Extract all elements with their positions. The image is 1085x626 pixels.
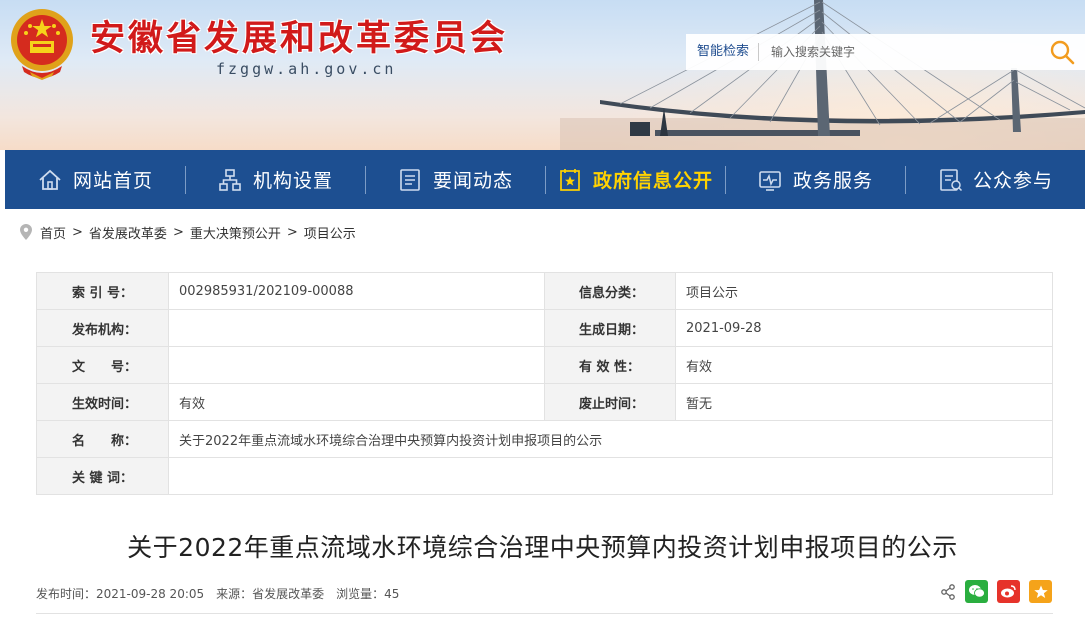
nav-label: 网站首页 <box>72 170 153 192</box>
table-row: 索 引 号： 002985931/202109-00088 信息分类： 项目公示 <box>36 272 1053 310</box>
share-bar <box>940 580 1052 603</box>
service-icon <box>759 170 781 191</box>
breadcrumb: 首页 > 省发展改革委 > 重大决策预公开 > 项目公示 <box>20 223 356 242</box>
site-domain: fzggw.ah.gov.cn <box>216 60 397 78</box>
validity-value: 有效 <box>675 346 1053 384</box>
table-row: 文 号： 有 效 性： 有效 <box>36 346 1053 384</box>
effective-value: 有效 <box>168 383 545 421</box>
name-value: 关于2022年重点流域水环境综合治理中央预算内投资计划申报项目的公示 <box>168 420 1053 458</box>
home-icon <box>39 169 61 190</box>
created-label: 生成日期： <box>544 309 676 347</box>
participation-icon <box>940 168 963 191</box>
nav-item-news[interactable]: 要闻动态 <box>365 150 545 209</box>
abolish-label: 废止时间： <box>544 383 676 421</box>
validity-label: 有 效 性： <box>544 346 676 384</box>
nav-label: 要闻动态 <box>432 170 513 192</box>
nav-item-services[interactable]: 政务服务 <box>725 150 905 209</box>
search-input[interactable] <box>771 45 1022 59</box>
nav-label: 机构设置 <box>252 170 333 192</box>
doc-no-label: 文 号： <box>36 346 169 384</box>
name-label: 名 称： <box>36 420 169 458</box>
search-icon[interactable] <box>1049 39 1075 65</box>
nav-label: 政府信息公开 <box>592 170 713 192</box>
publish-time: 发布时间：2021-09-28 20:05 <box>36 587 205 601</box>
breadcrumb-decision[interactable]: 重大决策预公开 <box>190 223 281 242</box>
location-pin-icon <box>20 224 32 240</box>
document-info-table: 索 引 号： 002985931/202109-00088 信息分类： 项目公示… <box>36 272 1053 495</box>
nav-item-gov-info[interactable]: 政府信息公开 <box>545 150 725 209</box>
weibo-share-icon[interactable] <box>997 580 1020 603</box>
breadcrumb-commission[interactable]: 省发展改革委 <box>89 223 167 242</box>
article-meta: 发布时间：2021-09-28 20:05 来源：省发展改革委 浏览量：45 <box>36 585 411 602</box>
article-title: 关于2022年重点流域水环境综合治理中央预算内投资计划申报项目的公示 <box>127 533 958 562</box>
view-count: 浏览量：45 <box>336 587 400 601</box>
main-nav: 网站首页 机构设置 要闻动态 政府信息公开 政务服务 公众参与 <box>5 150 1085 209</box>
article-source: 来源：省发展改革委 <box>216 587 325 601</box>
publisher-label: 发布机构： <box>36 309 169 347</box>
nav-item-organization[interactable]: 机构设置 <box>185 150 365 209</box>
national-emblem-icon <box>11 9 73 80</box>
divider <box>36 613 1053 614</box>
publisher-value <box>168 309 545 347</box>
keywords-value <box>168 457 1053 495</box>
table-row: 名 称： 关于2022年重点流域水环境综合治理中央预算内投资计划申报项目的公示 <box>36 420 1053 458</box>
table-row: 发布机构： 生成日期： 2021-09-28 <box>36 309 1053 347</box>
nav-item-home[interactable]: 网站首页 <box>5 150 185 209</box>
site-title: 安徽省发展和改革委员会 <box>90 19 509 59</box>
search-bar: 智能检索 <box>686 34 1085 70</box>
nav-item-participation[interactable]: 公众参与 <box>905 150 1085 209</box>
smart-search-link[interactable]: 智能检索 <box>686 43 760 61</box>
category-label: 信息分类： <box>544 272 676 310</box>
favorite-star-icon[interactable] <box>1029 580 1052 603</box>
breadcrumb-current[interactable]: 项目公示 <box>304 223 356 242</box>
breadcrumb-separator: > <box>286 224 298 240</box>
news-icon <box>400 168 420 191</box>
keywords-label: 关 键 词： <box>36 457 169 495</box>
nav-label: 公众参与 <box>972 170 1053 192</box>
gov-info-icon <box>560 168 580 191</box>
share-icon[interactable] <box>940 583 956 600</box>
effective-label: 生效时间： <box>36 383 169 421</box>
org-chart-icon <box>219 168 241 191</box>
table-row: 生效时间： 有效 废止时间： 暂无 <box>36 383 1053 421</box>
created-value: 2021-09-28 <box>675 309 1053 347</box>
breadcrumb-separator: > <box>72 224 83 240</box>
wechat-share-icon[interactable] <box>965 580 988 603</box>
index-no-value: 002985931/202109-00088 <box>168 272 545 310</box>
breadcrumb-separator: > <box>172 224 184 240</box>
breadcrumb-home[interactable]: 首页 <box>40 223 66 242</box>
header-banner: 安徽省发展和改革委员会 fzggw.ah.gov.cn 智能检索 <box>0 0 1085 150</box>
abolish-value: 暂无 <box>675 383 1053 421</box>
doc-no-value <box>168 346 545 384</box>
category-value: 项目公示 <box>675 272 1053 310</box>
index-no-label: 索 引 号： <box>36 272 169 310</box>
nav-label: 政务服务 <box>792 170 873 192</box>
table-row: 关 键 词： <box>36 457 1053 495</box>
